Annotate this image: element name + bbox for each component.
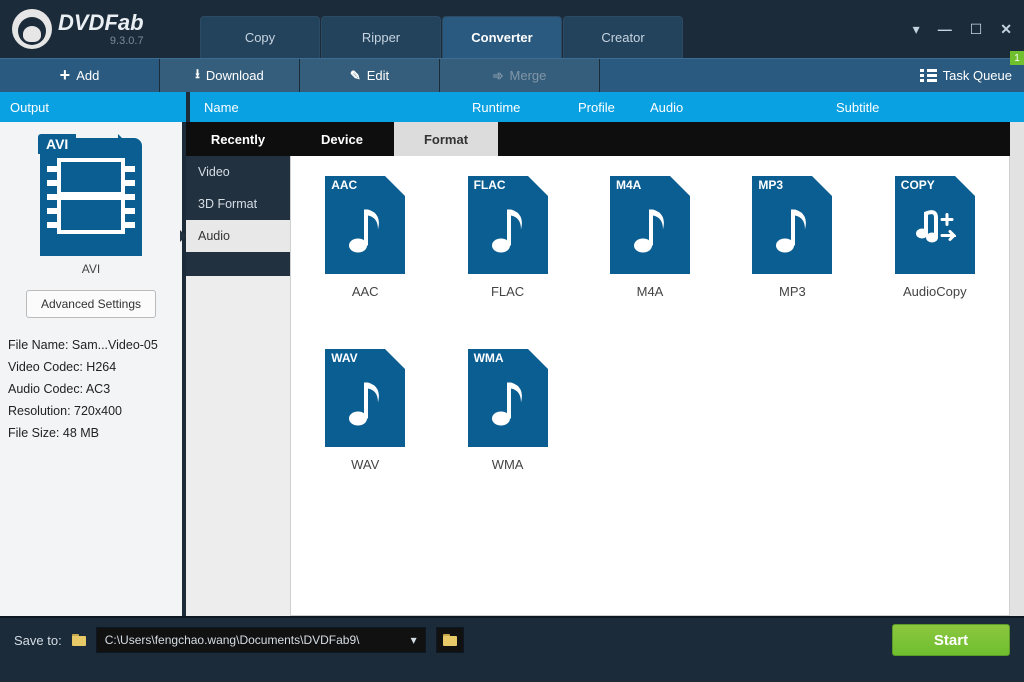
profile-tabs: Recently Device Format xyxy=(186,122,1010,156)
format-caption: FLAC xyxy=(491,284,524,299)
download-button[interactable]: ⭳ Download xyxy=(160,59,300,92)
file-icon: MP3 xyxy=(752,176,832,274)
folder-icon xyxy=(443,634,457,646)
advanced-settings-button[interactable]: Advanced Settings xyxy=(26,290,156,318)
format-caption: AAC xyxy=(352,284,379,299)
format-badge: FLAC xyxy=(468,176,512,194)
tab-format[interactable]: Format xyxy=(394,122,498,156)
format-badge: COPY xyxy=(895,176,941,194)
menu-dropdown-icon[interactable]: ▾ xyxy=(913,21,920,38)
chevron-down-icon: ▾ xyxy=(411,633,417,647)
format-mp3[interactable]: MP3 MP3 xyxy=(736,176,848,299)
cat-video[interactable]: Video xyxy=(186,156,290,188)
format-badge: M4A xyxy=(610,176,647,194)
close-icon[interactable]: ✕ xyxy=(1000,21,1012,38)
file-name-label: File Name: Sam...Video-05 xyxy=(8,334,174,356)
add-button[interactable]: + Add xyxy=(0,59,160,92)
edit-button[interactable]: ✎ Edit xyxy=(300,59,440,92)
col-profile: Profile xyxy=(578,100,650,115)
titlebar: DVDFab 9.3.0.7 Copy Ripper Converter Cre… xyxy=(0,0,1024,58)
window-controls: ▾ — ☐ ✕ xyxy=(913,0,1024,58)
format-caption: MP3 xyxy=(779,284,806,299)
format-flac[interactable]: FLAC FLAC xyxy=(451,176,563,299)
save-to-label: Save to: xyxy=(14,633,62,648)
file-icon: M4A xyxy=(610,176,690,274)
browse-folder-button[interactable] xyxy=(436,627,464,653)
music-note-icon xyxy=(629,201,671,258)
file-icon: COPY xyxy=(895,176,975,274)
format-m4a[interactable]: M4A M4A xyxy=(594,176,706,299)
tab-creator[interactable]: Creator xyxy=(563,16,683,58)
main-tabs: Copy Ripper Converter Creator xyxy=(200,0,684,58)
file-icon: WMA xyxy=(468,349,548,447)
format-caption: WAV xyxy=(351,457,379,472)
scrollbar[interactable] xyxy=(1010,122,1024,616)
app-name: DVDFab xyxy=(58,12,144,34)
app-logo: DVDFab 9.3.0.7 xyxy=(0,0,200,58)
download-icon: ⭳ xyxy=(195,65,200,87)
col-output: Output xyxy=(0,100,186,115)
file-icon: AAC xyxy=(325,176,405,274)
tab-converter[interactable]: Converter xyxy=(442,16,562,58)
music-note-icon xyxy=(344,374,386,431)
format-aac[interactable]: AAC AAC xyxy=(309,176,421,299)
queue-count-badge: 1 xyxy=(1010,51,1024,65)
start-button[interactable]: Start xyxy=(892,624,1010,656)
plus-icon: + xyxy=(60,65,71,86)
output-panel: AVI AVI Advanced Settings File Name: Sam… xyxy=(0,122,186,616)
minimize-icon[interactable]: — xyxy=(938,21,952,37)
col-name: Name xyxy=(202,100,472,115)
list-icon xyxy=(920,69,937,82)
col-subtitle: Subtitle xyxy=(836,100,879,115)
category-list: Video 3D Format Audio xyxy=(186,156,290,276)
profile-badge: AVI xyxy=(38,134,76,154)
maximize-icon[interactable]: ☐ xyxy=(970,21,983,38)
audiocopy-icon xyxy=(914,203,956,256)
save-path-value: C:\Users\fengchao.wang\Documents\DVDFab9… xyxy=(105,633,360,647)
music-note-icon xyxy=(487,201,529,258)
col-audio: Audio xyxy=(650,100,836,115)
edit-icon: ✎ xyxy=(350,68,361,84)
footer: Save to: C:\Users\fengchao.wang\Document… xyxy=(0,616,1024,662)
file-size-label: File Size: 48 MB xyxy=(8,422,174,444)
main-panel: Recently Device Format Video 3D Format A… xyxy=(186,122,1010,616)
music-note-icon xyxy=(344,201,386,258)
tab-recently[interactable]: Recently xyxy=(186,122,290,156)
app-version: 9.3.0.7 xyxy=(58,36,144,47)
audio-codec-label: Audio Codec: AC3 xyxy=(8,378,174,400)
tab-copy[interactable]: Copy xyxy=(200,16,320,58)
folder-icon xyxy=(72,634,86,646)
format-badge: WAV xyxy=(325,349,363,367)
format-caption: AudioCopy xyxy=(903,284,967,299)
cat-3d-format[interactable]: 3D Format xyxy=(186,188,290,220)
tab-ripper[interactable]: Ripper xyxy=(321,16,441,58)
format-caption: WMA xyxy=(492,457,524,472)
toolbar: + Add ⭳ Download ✎ Edit ➾ Merge Task Que… xyxy=(0,58,1024,92)
music-note-icon xyxy=(771,201,813,258)
merge-button: ➾ Merge xyxy=(440,59,600,92)
format-wma[interactable]: WMA WMA xyxy=(451,349,563,472)
format-caption: M4A xyxy=(637,284,664,299)
format-audiocopy[interactable]: COPY AudioCopy xyxy=(879,176,991,299)
video-codec-label: Video Codec: H264 xyxy=(8,356,174,378)
task-queue-button[interactable]: Task Queue 1 xyxy=(920,59,1024,92)
music-note-icon xyxy=(487,374,529,431)
cat-audio[interactable]: Audio xyxy=(186,220,290,252)
output-profile-thumb[interactable]: AVI xyxy=(31,138,151,256)
merge-icon: ➾ xyxy=(493,68,504,84)
format-badge: MP3 xyxy=(752,176,789,194)
format-badge: AAC xyxy=(325,176,363,194)
format-wav[interactable]: WAV WAV xyxy=(309,349,421,472)
resolution-label: Resolution: 720x400 xyxy=(8,400,174,422)
profile-caption: AVI xyxy=(8,262,174,276)
format-grid: AAC AAC FLAC FLAC M4A M4A MP3 MP3 CO xyxy=(290,156,1010,616)
column-headers: Output Name Runtime Profile Audio Subtit… xyxy=(0,92,1024,122)
file-icon: FLAC xyxy=(468,176,548,274)
tab-device[interactable]: Device xyxy=(290,122,394,156)
file-icon: WAV xyxy=(325,349,405,447)
save-path-dropdown[interactable]: C:\Users\fengchao.wang\Documents\DVDFab9… xyxy=(96,627,426,653)
col-runtime: Runtime xyxy=(472,100,578,115)
format-badge: WMA xyxy=(468,349,510,367)
